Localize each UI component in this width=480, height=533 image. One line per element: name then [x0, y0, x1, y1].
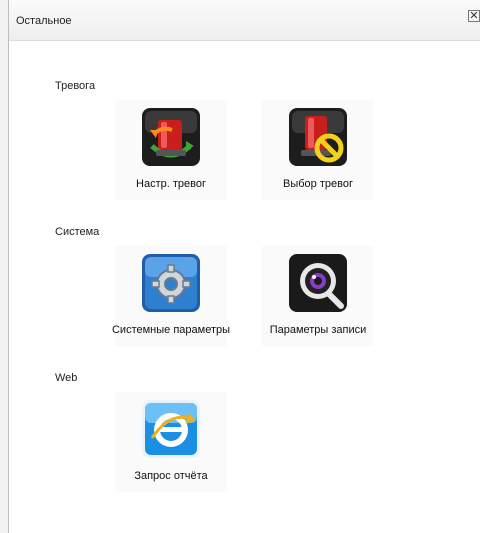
- system-params-button[interactable]: Системные параметры: [112, 246, 230, 346]
- report-browser-icon: [142, 400, 200, 458]
- alarm-select-label: Выбор тревог: [283, 178, 353, 190]
- section-alarm-title: Тревога: [55, 80, 96, 92]
- system-params-label: Системные параметры: [111, 324, 231, 336]
- alarm-select-button[interactable]: Выбор тревог: [262, 100, 374, 200]
- section-system-title: Система: [55, 226, 100, 238]
- settings-window: Остальное ✕ Тревога Настр. тревог Выбор …: [8, 0, 480, 533]
- recording-params-label: Параметры записи: [269, 324, 367, 336]
- report-request-label: Запрос отчёта: [134, 470, 208, 482]
- recording-camera-icon: [289, 254, 347, 312]
- alarm-settings-icon: [142, 108, 200, 166]
- window-title: Остальное: [16, 15, 72, 27]
- recording-params-button[interactable]: Параметры записи: [262, 246, 374, 346]
- alarm-settings-button[interactable]: Настр. тревог: [115, 100, 227, 200]
- system-gear-icon: [142, 254, 200, 312]
- close-button[interactable]: ✕: [468, 10, 480, 22]
- report-request-button[interactable]: Запрос отчёта: [115, 392, 227, 492]
- title-bar: Остальное ✕: [9, 0, 480, 41]
- section-web-title: Web: [55, 372, 78, 384]
- alarm-settings-label: Настр. тревог: [136, 178, 206, 190]
- alarm-select-icon: [289, 108, 347, 166]
